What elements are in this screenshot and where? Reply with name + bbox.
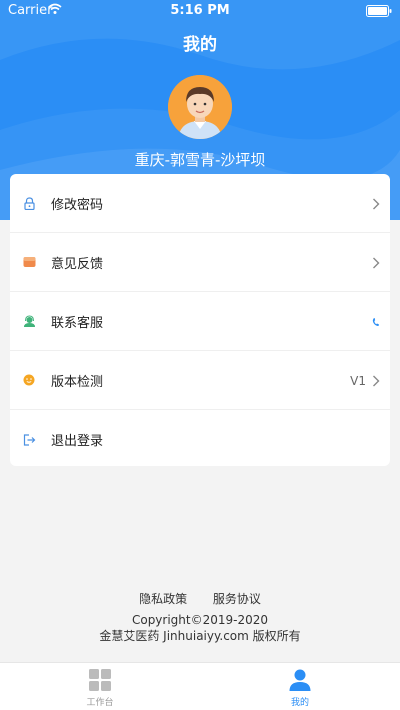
copyright-years: Copyright©2019-2020 bbox=[131, 613, 269, 627]
grid-icon bbox=[89, 669, 111, 691]
menu-item-logout[interactable]: 退出登录 bbox=[10, 410, 390, 469]
phone-icon bbox=[372, 317, 379, 326]
page-title: 我的 bbox=[183, 35, 217, 55]
menu-item-label: 版本检测 bbox=[51, 374, 104, 390]
logout-icon bbox=[22, 433, 36, 447]
menu-item-change-password[interactable]: 修改密码 bbox=[10, 174, 390, 233]
chevron-right-icon bbox=[373, 257, 380, 268]
status-time: 5:16 PM bbox=[170, 3, 230, 18]
tab-label: 我的 bbox=[290, 698, 309, 708]
tab-label: 工作台 bbox=[86, 698, 114, 708]
menu-item-feedback[interactable]: 意见反馈 bbox=[10, 233, 390, 292]
customer-service-icon bbox=[22, 314, 36, 328]
menu-item-right bbox=[372, 292, 380, 351]
copyright: Copyright©2019-2020 金慧艾医药 Jinhuiaiyy.com… bbox=[0, 612, 400, 644]
menu-item-right: V1 bbox=[350, 351, 380, 410]
privacy-policy-link[interactable]: 隐私政策 bbox=[139, 592, 187, 606]
tab-mine[interactable]: 我的 bbox=[200, 668, 400, 708]
feedback-icon bbox=[22, 255, 36, 269]
menu-item-label: 修改密码 bbox=[51, 197, 104, 213]
menu-item-version-check[interactable]: 版本检测 V1 bbox=[10, 351, 390, 410]
menu-item-label: 意见反馈 bbox=[51, 256, 104, 272]
tab-bar: 工作台 我的 bbox=[0, 662, 400, 710]
version-icon bbox=[22, 373, 36, 387]
person-icon bbox=[289, 669, 311, 691]
menu-item-label: 退出登录 bbox=[51, 434, 104, 449]
avatar[interactable] bbox=[168, 75, 232, 139]
chevron-right-icon bbox=[373, 375, 380, 386]
menu-item-label: 联系客服 bbox=[51, 315, 104, 331]
menu-item-customer-service[interactable]: 联系客服 bbox=[10, 292, 390, 351]
lock-icon bbox=[22, 196, 36, 210]
menu-card: 修改密码 意见反馈 联系客服 版本检测 V1 退出登录 bbox=[10, 174, 390, 466]
chevron-right-icon bbox=[373, 198, 380, 209]
status-bar: Carrier 5:16 PM bbox=[0, 0, 400, 22]
menu-item-right bbox=[372, 174, 380, 233]
menu-item-right bbox=[372, 233, 380, 292]
battery-icon bbox=[366, 5, 392, 17]
version-value: V1 bbox=[350, 373, 366, 388]
tab-workbench[interactable]: 工作台 bbox=[0, 668, 200, 708]
copyright-company: 金慧艾医药 Jinhuiaiyy.com 版权所有 bbox=[99, 629, 301, 643]
service-agreement-link[interactable]: 服务协议 bbox=[213, 592, 261, 606]
user-avatar-icon bbox=[168, 75, 232, 139]
footer-links: 隐私政策 服务协议 bbox=[0, 590, 400, 607]
user-name: 重庆-郭雪青-沙坪坝 bbox=[134, 151, 266, 169]
